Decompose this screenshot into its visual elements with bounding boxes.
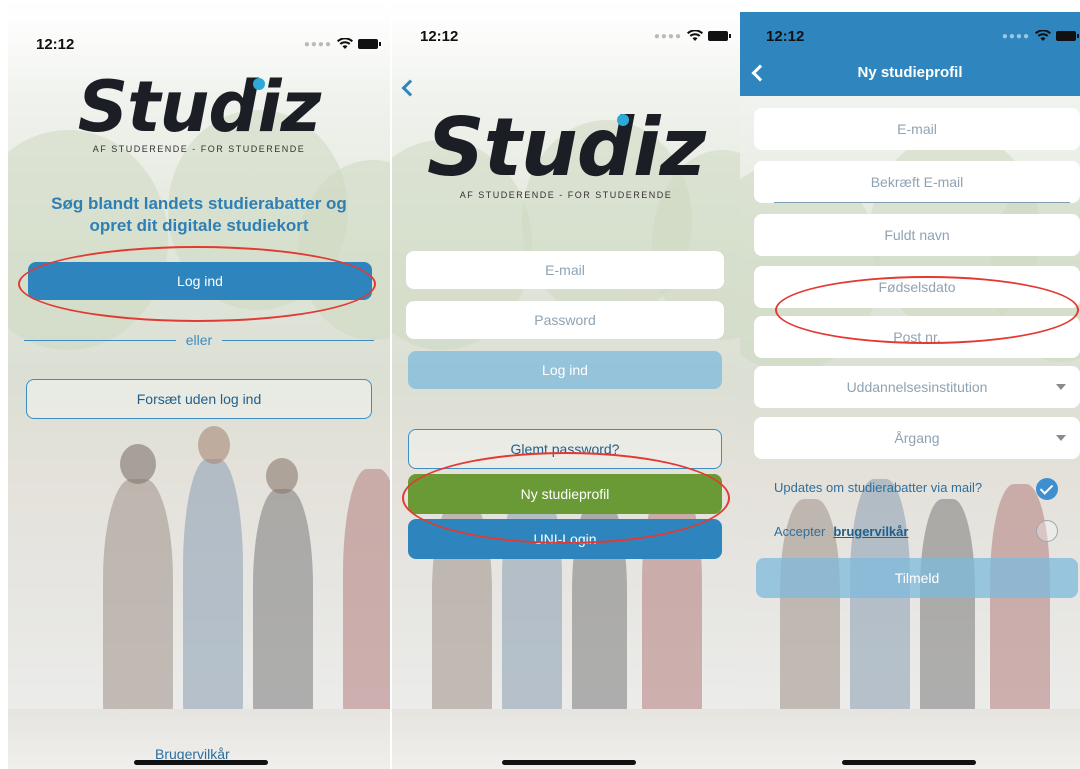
submit-button[interactable]: Tilmeld [756, 558, 1078, 598]
logo-accent-dot [253, 78, 265, 90]
accept-terms-checkbox[interactable] [1036, 520, 1058, 542]
status-bar: 12:12 ●●●● [392, 0, 740, 50]
new-profile-button[interactable]: Ny studieprofil [408, 474, 722, 514]
home-indicator [134, 760, 268, 765]
status-time: 12:12 [36, 36, 75, 53]
login-button[interactable]: Log ind [408, 351, 722, 389]
screen-welcome: 12:12 ●●●● Studiz AF STUDERENDE - FOR ST… [8, 0, 390, 769]
email-field[interactable]: E-mail [754, 108, 1080, 150]
battery-icon [1056, 31, 1079, 41]
chevron-down-icon [1056, 384, 1066, 390]
battery-icon [708, 31, 731, 41]
home-indicator [842, 760, 976, 765]
battery-icon [358, 39, 381, 49]
login-button[interactable]: Log ind [28, 262, 372, 300]
full-name-field[interactable]: Fuldt navn [754, 214, 1080, 256]
logo-accent-dot [617, 114, 629, 126]
postal-code-field[interactable]: Post nr. [754, 316, 1080, 358]
screen-login: 12:12 ●●●● Studiz AF STUDERENDE - FOR ST… [392, 0, 740, 769]
confirm-email-field[interactable]: Bekræft E-mail [754, 161, 1080, 203]
page-title: Ny studieprofil [857, 64, 963, 81]
email-input[interactable]: E-mail [406, 251, 724, 289]
year-select[interactable]: Årgang [754, 417, 1080, 459]
chevron-down-icon [1056, 435, 1066, 441]
terms-link[interactable]: brugervilkår [833, 524, 908, 539]
status-time: 12:12 [766, 28, 805, 45]
continue-without-login-button[interactable]: Forsæt uden log ind [26, 379, 372, 419]
updates-row: Updates om studierabatter via mail? [774, 480, 1080, 495]
wifi-icon [1035, 30, 1051, 41]
forgot-password-button[interactable]: Glemt password? [408, 429, 722, 469]
wifi-icon [337, 38, 353, 49]
birthdate-field[interactable]: Fødselsdato [754, 266, 1080, 308]
nav-bar: 12:12 ●●●● Ny studieprofil [740, 12, 1080, 96]
status-time: 12:12 [420, 28, 459, 45]
or-divider: eller [24, 332, 374, 348]
studiz-logo: Studiz AF STUDERENDE - FOR STUDERENDE [426, 101, 706, 201]
signal-icon: ●●●● [653, 30, 682, 42]
status-bar: 12:12 ●●●● [8, 0, 390, 53]
field-underline [774, 202, 1070, 203]
updates-label: Updates om studierabatter via mail? [774, 480, 983, 495]
uni-login-button[interactable]: UNI-Login [408, 519, 722, 559]
institution-select[interactable]: Uddannelsesinstitution [754, 366, 1080, 408]
accept-terms-row: Accepter brugervilkår [774, 524, 1080, 539]
wifi-icon [687, 30, 703, 41]
updates-checkbox[interactable] [1036, 478, 1058, 500]
signal-icon: ●●●● [1001, 30, 1030, 42]
screen-new-profile: 12:12 ●●●● Ny studieprofil E-mail Bekræf… [740, 12, 1080, 769]
home-indicator [502, 760, 636, 765]
password-input[interactable]: Password [406, 301, 724, 339]
studiz-logo: Studiz AF STUDERENDE - FOR STUDERENDE [77, 66, 322, 154]
tagline: Søg blandt landets studierabatter og opr… [51, 194, 347, 235]
accept-label: Accepter [774, 524, 826, 539]
signal-icon: ●●●● [303, 38, 332, 50]
